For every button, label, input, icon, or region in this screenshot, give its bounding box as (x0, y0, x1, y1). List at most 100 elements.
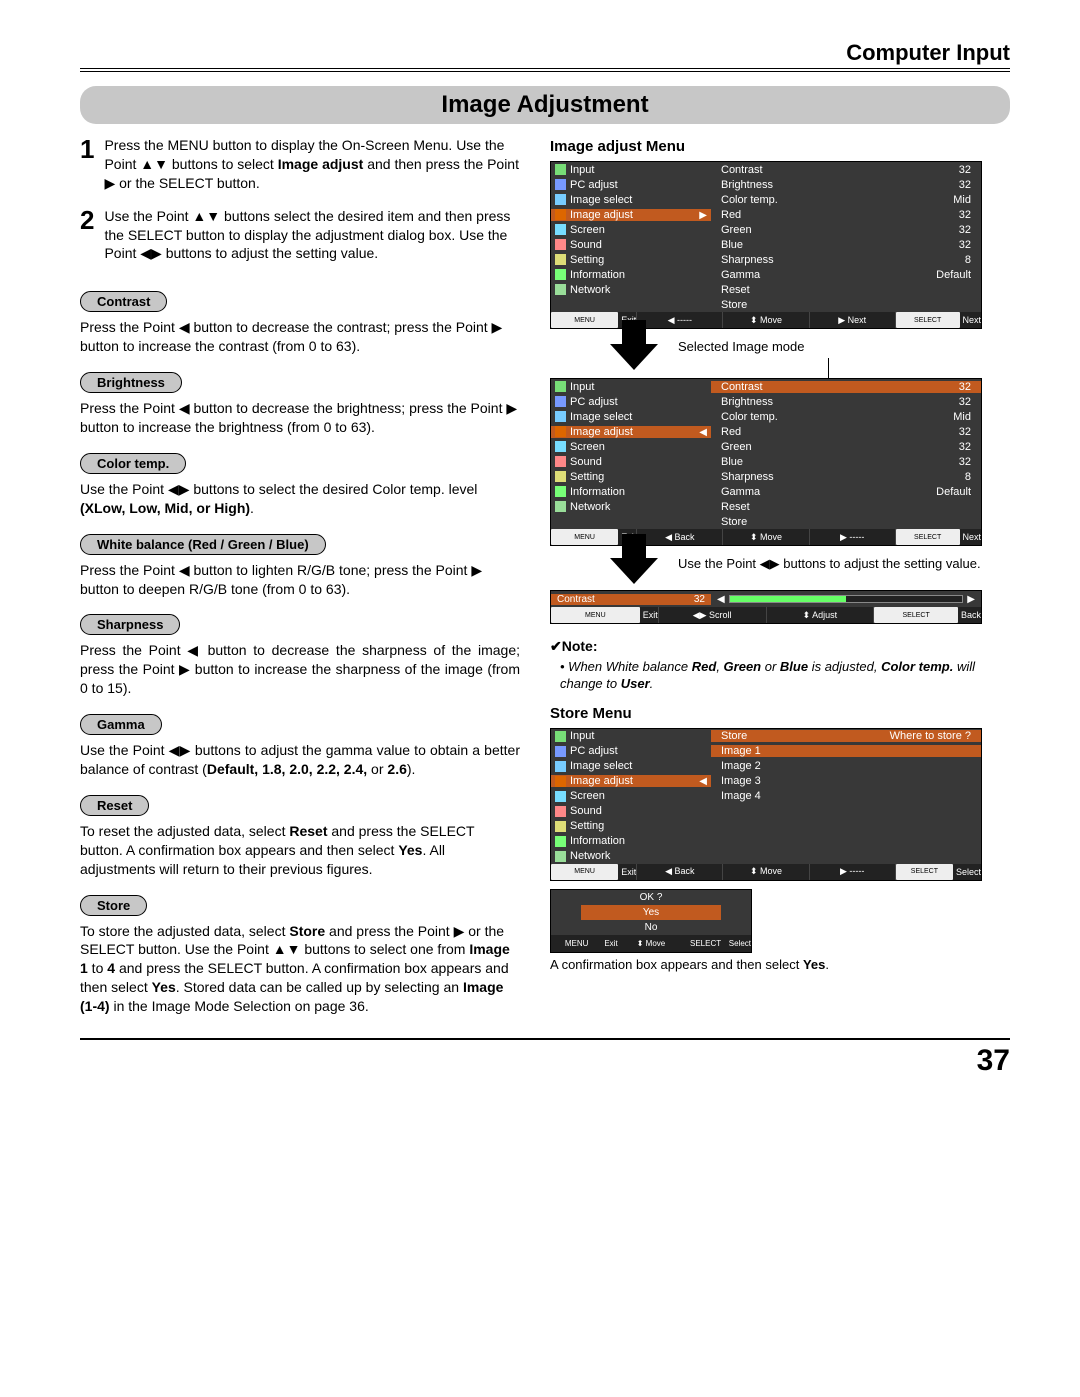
text-bold: Store (289, 923, 325, 939)
menu-icon (555, 441, 566, 452)
menu-icon (555, 396, 566, 407)
menu-icon (555, 851, 566, 862)
pill-brightness: Brightness (80, 372, 182, 393)
text-bold: Color temp. (881, 659, 953, 674)
text-bold: Yes (152, 979, 176, 995)
osd-left-item: Setting (551, 254, 711, 266)
osd-right-item: GammaDefault (711, 486, 981, 498)
confirm-caption: A confirmation box appears and then sele… (550, 957, 1010, 972)
text: Contrast (557, 594, 595, 605)
menu-icon (555, 821, 566, 832)
osd-menu-store: Input StoreWhere to store ? PC adjust Im… (550, 728, 982, 881)
osd-row: Image select Color temp.Mid (551, 409, 981, 424)
menu-icon (555, 224, 566, 235)
triangle-left-icon: ◀ (699, 776, 707, 787)
osd-left-label: Setting (570, 254, 604, 266)
osd-right-item: Blue32 (711, 239, 981, 251)
menu-icon (555, 426, 566, 437)
osd-right-header: StoreWhere to store ? (711, 730, 981, 742)
pill-reset: Reset (80, 795, 149, 816)
footer-item: SELECT Select (895, 864, 981, 880)
osd-right-item: Sharpness8 (711, 471, 981, 483)
text: . (825, 957, 829, 972)
text: Use the Point ◀▶ buttons to select the d… (80, 481, 477, 497)
footer-item: ⬍ Move (722, 864, 808, 880)
text: in the Image Mode Selection on page 36. (110, 998, 369, 1014)
osd-row: PC adjust Image 1 (551, 744, 981, 759)
osd-left-item: PC adjust (551, 745, 711, 757)
text-bold: (XLow, Low, Mid, or High) (80, 500, 250, 516)
page-header: Computer Input (80, 40, 1010, 72)
osd-slider: Contrast 32 ◀ ▶ MENU Exit◀▶ Scroll⬍ Adju… (550, 590, 982, 624)
osd-left-label: Input (570, 164, 594, 176)
osd-right-item: Color temp.Mid (711, 411, 981, 423)
osd-left-label: Setting (570, 820, 604, 832)
step-2: 2 Use the Point ▲▼ buttons select the de… (80, 207, 520, 264)
menu-icon (555, 471, 566, 482)
step-number: 2 (80, 207, 94, 264)
footer-item: MENU Exit (551, 935, 618, 952)
para-contrast: Press the Point ◀ button to decrease the… (80, 318, 520, 356)
para-store: To store the adjusted data, select Store… (80, 922, 520, 1016)
osd-right-item: Reset (711, 501, 981, 513)
footer-item: MENU Exit (551, 607, 658, 623)
osd-menu-2: Input Contrast32 PC adjust Brightness32 … (550, 378, 982, 546)
footer-item: ▶ ----- (809, 529, 895, 545)
menu-icon (555, 731, 566, 742)
osd-left-label: Image select (570, 411, 632, 423)
osd-right-item: Store (711, 299, 981, 311)
para-wb: Press the Point ◀ button to lighten R/G/… (80, 561, 520, 599)
osd-left-item: Setting (551, 471, 711, 483)
triangle-right-icon: ▶ (699, 210, 707, 221)
menu-icon (555, 776, 566, 787)
osd-left-label: Image adjust (570, 775, 633, 787)
osd-right-item: Image 2 (711, 760, 981, 772)
menu-icon (555, 299, 566, 310)
osd-row: Information GammaDefault (551, 484, 981, 499)
osd-row: Sound Blue32 (551, 454, 981, 469)
text-bold: Green (724, 659, 762, 674)
footer-item: ◀▶ Scroll (658, 607, 766, 623)
osd-left-label: Sound (570, 805, 602, 817)
text-bold: Yes (398, 842, 422, 858)
osd-left-item: Screen (551, 224, 711, 236)
text-bold: 2.6 (387, 761, 406, 777)
menu-icon (555, 381, 566, 392)
menu-icon (555, 456, 566, 467)
osd-left-label: Input (570, 730, 594, 742)
footer-item: ◀ Back (636, 864, 722, 880)
text-bold: Yes (803, 957, 825, 972)
osd-left-item: Image adjust ◀ (551, 775, 711, 787)
text: . Stored data can be called up by select… (176, 979, 463, 995)
osd-row: Image adjust ▶ Red32 (551, 207, 981, 222)
page-number: 37 (80, 1038, 1010, 1078)
note-text: • When White balance Red, Green or Blue … (560, 659, 1010, 693)
triangle-left-icon: ◀ (699, 427, 707, 438)
osd-left-item: Sound (551, 456, 711, 468)
menu-icon (555, 179, 566, 190)
footer-item: ⬍ Move (618, 935, 685, 952)
osd-left-label: PC adjust (570, 179, 618, 191)
osd-right-item: Image 3 (711, 775, 981, 787)
slider-bar (729, 595, 964, 603)
text: . (250, 500, 254, 516)
step-text: Press the MENU button to display the On-… (104, 136, 520, 193)
osd-left-item: Network (551, 501, 711, 513)
osd-left-label: Information (570, 486, 625, 498)
osd-left-label: Setting (570, 471, 604, 483)
osd-left-item: Input (551, 381, 711, 393)
text-bold: Image adjust (278, 156, 364, 172)
osd-right-item: Store (711, 516, 981, 528)
menu-icon (555, 806, 566, 817)
left-column: 1 Press the MENU button to display the O… (80, 136, 520, 1018)
osd-right-item: Red32 (711, 426, 981, 438)
footer-item: SELECT Select (684, 935, 751, 952)
osd-left-item (551, 516, 711, 527)
osd-row: Setting Sharpness8 (551, 469, 981, 484)
pill-colortemp: Color temp. (80, 453, 186, 474)
osd-left-item: PC adjust (551, 396, 711, 408)
text: to (88, 960, 107, 976)
text: 32 (694, 594, 705, 605)
osd-left-label: Image adjust (570, 209, 633, 221)
osd-left-label: PC adjust (570, 745, 618, 757)
